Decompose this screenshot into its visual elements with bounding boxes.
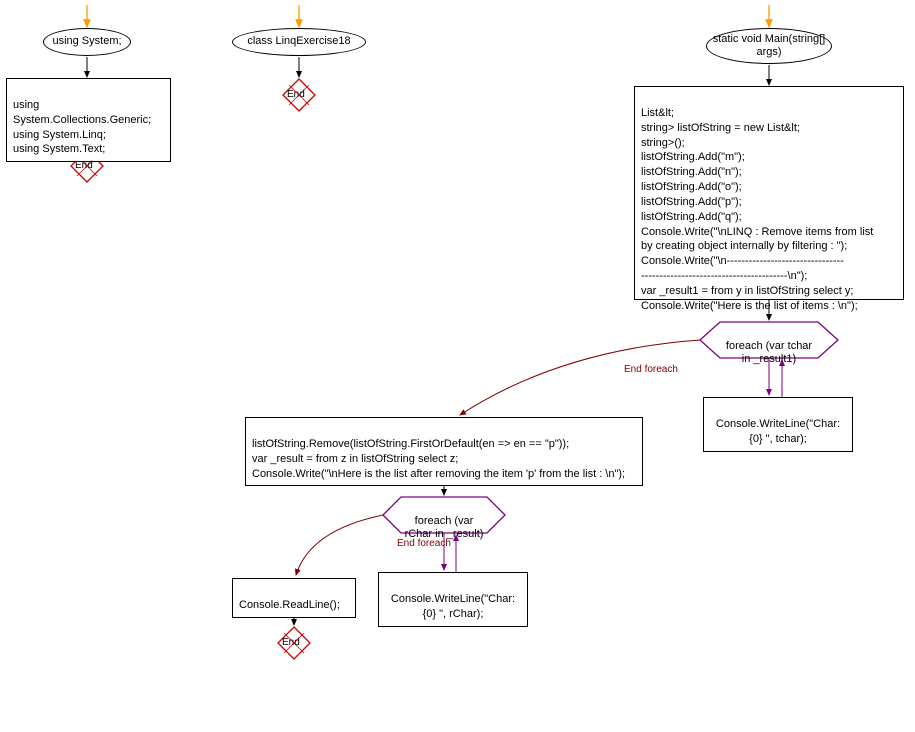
- end-label-1: End: [75, 160, 93, 171]
- box-text: Console.ReadLine();: [239, 599, 340, 611]
- hex-text: foreach (var tchar in _result1): [726, 340, 812, 365]
- box-loop2: Console.WriteLine("Char: {0} ", rChar);: [378, 572, 528, 627]
- end-foreach-2: End foreach: [397, 538, 451, 549]
- box-remove: listOfString.Remove(listOfString.FirstOr…: [245, 417, 643, 486]
- box-text: listOfString.Remove(listOfString.FirstOr…: [252, 438, 625, 480]
- box-text: Console.WriteLine("Char: {0} ", rChar);: [391, 593, 515, 620]
- box-text: using System.Collections.Generic; using …: [13, 99, 151, 156]
- ellipse-label: using System;: [52, 35, 121, 48]
- hex-foreach-2: foreach (var rChar in _result): [396, 502, 492, 542]
- end-foreach-1: End foreach: [624, 364, 678, 375]
- box-usings: using System.Collections.Generic; using …: [6, 78, 171, 162]
- box-text: Console.WriteLine("Char: {0} ", tchar);: [716, 418, 840, 445]
- flowchart-container: using System; using System.Collections.G…: [0, 0, 915, 732]
- hex-foreach-1: foreach (var tchar in _result1): [712, 327, 826, 367]
- ellipse-label: class LinqExercise18: [247, 35, 350, 48]
- hex-text: foreach (var rChar in _result): [405, 515, 484, 540]
- end-label-3: End: [282, 637, 300, 648]
- ellipse-class: class LinqExercise18: [232, 28, 366, 56]
- ellipse-using-system: using System;: [43, 28, 131, 56]
- ellipse-label: static void Main(string[] args): [709, 33, 829, 59]
- box-main-body: List&lt; string> listOfString = new List…: [634, 86, 904, 300]
- box-text: List&lt; string> listOfString = new List…: [641, 107, 873, 312]
- box-readline: Console.ReadLine();: [232, 578, 356, 618]
- box-loop1: Console.WriteLine("Char: {0} ", tchar);: [703, 397, 853, 452]
- ellipse-main: static void Main(string[] args): [706, 28, 832, 64]
- end-label-2: End: [287, 89, 305, 100]
